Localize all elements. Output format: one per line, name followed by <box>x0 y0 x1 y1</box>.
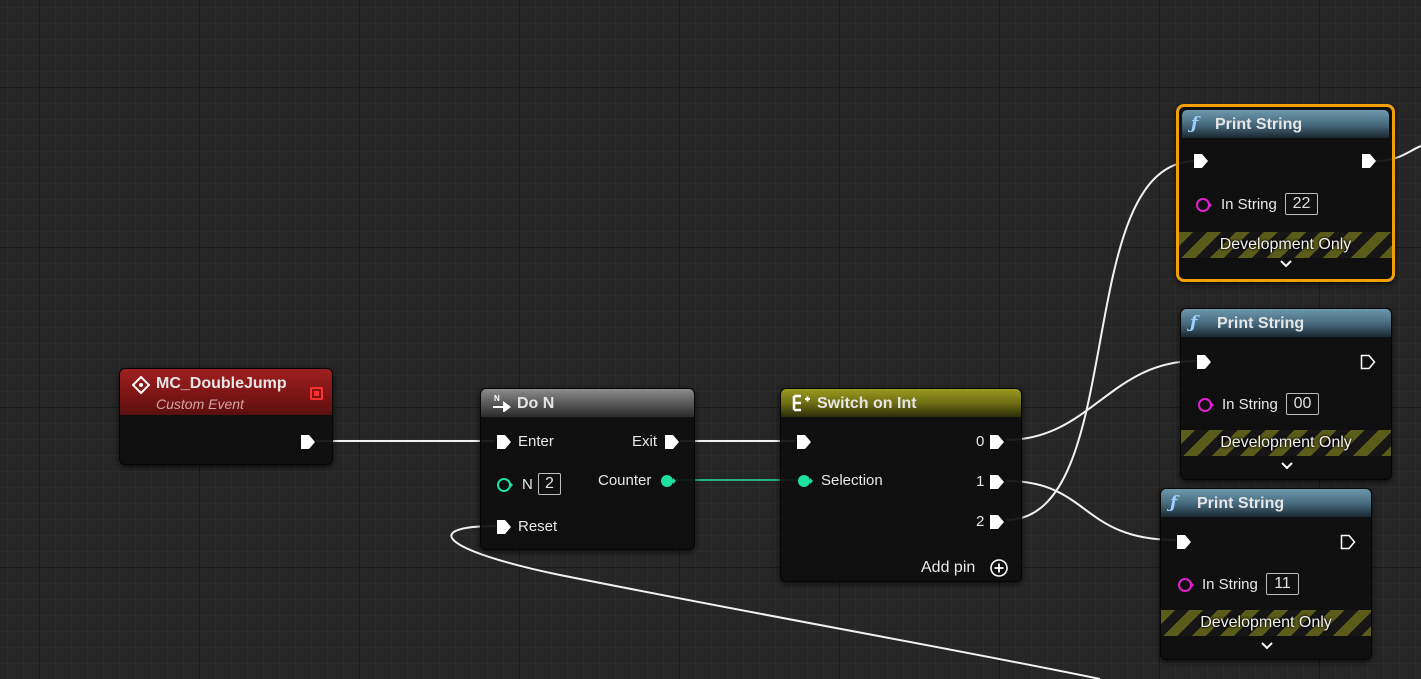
switch-out-pin-2[interactable] <box>989 514 1005 535</box>
event-subtitle: Custom Event <box>156 396 244 412</box>
print1-expand-chevron-icon[interactable] <box>1280 259 1292 271</box>
print1-dev-only-banner: Development Only <box>1179 232 1392 258</box>
print1-in-string-field[interactable]: 22 <box>1285 193 1318 215</box>
n-value-field[interactable]: 2 <box>538 473 561 495</box>
print3-expand-chevron-icon[interactable] <box>1261 641 1273 653</box>
switch-on-int-node[interactable]: Switch on Int Selection 0 1 2 Add pin <box>780 388 1022 582</box>
print2-exec-out-pin[interactable] <box>1360 354 1376 375</box>
print2-in-string-label: In String <box>1222 396 1278 413</box>
switch-out-pin-0[interactable] <box>989 434 1005 455</box>
print3-dev-only-banner: Development Only <box>1161 610 1371 636</box>
do-n-header[interactable]: N Do N <box>481 389 694 417</box>
print-string-title-2: Print String <box>1217 315 1305 332</box>
switch-icon <box>791 394 813 417</box>
switch-out-label-0: 0 <box>976 433 985 450</box>
switch-header[interactable]: Switch on Int <box>781 389 1021 417</box>
function-icon: ƒ <box>1191 114 1199 134</box>
print1-exec-out-pin[interactable] <box>1361 153 1377 174</box>
wire-switch1-to-print3[interactable] <box>1005 480 1177 541</box>
function-icon: ƒ <box>1170 493 1178 513</box>
wire-switch0-to-print2[interactable] <box>1005 360 1197 441</box>
switch-out-pin-1[interactable] <box>989 474 1005 495</box>
event-exec-out-pin[interactable] <box>300 434 316 455</box>
custom-event-node[interactable]: MC_DoubleJump Custom Event <box>119 368 333 465</box>
print-string-node-2[interactable]: ƒ Print String In String 00 Development … <box>1180 308 1392 480</box>
enter-exec-pin[interactable] <box>496 434 512 455</box>
switch-exec-in-pin[interactable] <box>796 434 812 455</box>
print-string-node-1[interactable]: ƒ Print String In String 22 Development … <box>1176 104 1395 282</box>
print2-expand-chevron-icon[interactable] <box>1281 461 1293 473</box>
print-string-header-3[interactable]: ƒ Print String <box>1161 489 1371 517</box>
counter-label: Counter <box>598 472 652 489</box>
print2-in-string-field[interactable]: 00 <box>1286 393 1319 415</box>
print3-exec-out-pin[interactable] <box>1340 534 1356 555</box>
print2-exec-in-pin[interactable] <box>1196 354 1212 375</box>
print-string-header-1[interactable]: ƒ Print String <box>1182 110 1389 138</box>
exit-label: Exit <box>632 433 658 450</box>
reset-exec-pin[interactable] <box>496 519 512 540</box>
print2-dev-only-banner: Development Only <box>1181 430 1391 456</box>
selection-label: Selection <box>821 472 883 489</box>
n-int-pin[interactable] <box>496 477 514 498</box>
wire-switch2-to-print1[interactable] <box>1005 160 1197 521</box>
print3-exec-in-pin[interactable] <box>1176 534 1192 555</box>
delegate-pin[interactable] <box>310 387 323 400</box>
print3-in-string-label: In String <box>1202 576 1258 593</box>
svg-text:N: N <box>494 394 500 403</box>
switch-out-label-2: 2 <box>976 513 985 530</box>
counter-int-pin[interactable] <box>659 473 677 494</box>
event-node-header[interactable]: MC_DoubleJump Custom Event <box>120 369 332 415</box>
add-pin-plus-icon <box>989 558 1009 583</box>
do-n-icon: N <box>491 394 513 417</box>
selection-int-pin[interactable] <box>796 473 814 494</box>
switch-out-label-1: 1 <box>976 473 985 490</box>
print-string-header-2[interactable]: ƒ Print String <box>1181 309 1391 337</box>
exit-exec-pin[interactable] <box>664 434 680 455</box>
print1-in-string-label: In String <box>1221 196 1277 213</box>
function-icon: ƒ <box>1190 313 1198 333</box>
print1-string-pin[interactable] <box>1195 197 1213 218</box>
reset-label: Reset <box>518 518 558 535</box>
print3-in-string-field[interactable]: 11 <box>1266 573 1299 595</box>
enter-label: Enter <box>518 433 554 450</box>
do-n-title: Do N <box>517 395 555 412</box>
print-string-title-3: Print String <box>1197 495 1285 512</box>
add-pin-label: Add pin <box>921 559 976 576</box>
print3-string-pin[interactable] <box>1177 577 1195 598</box>
event-diamond-icon <box>131 375 151 399</box>
print2-string-pin[interactable] <box>1197 397 1215 418</box>
print-string-title-1: Print String <box>1215 116 1303 133</box>
print1-exec-in-pin[interactable] <box>1193 153 1209 174</box>
event-title: MC_DoubleJump <box>156 375 287 392</box>
switch-title: Switch on Int <box>817 395 917 412</box>
do-n-node[interactable]: N Do N Enter N 2 Reset Exit Counter <box>480 388 695 550</box>
n-label: N <box>522 476 533 493</box>
print-string-node-3[interactable]: ƒ Print String In String 11 Development … <box>1160 488 1372 660</box>
